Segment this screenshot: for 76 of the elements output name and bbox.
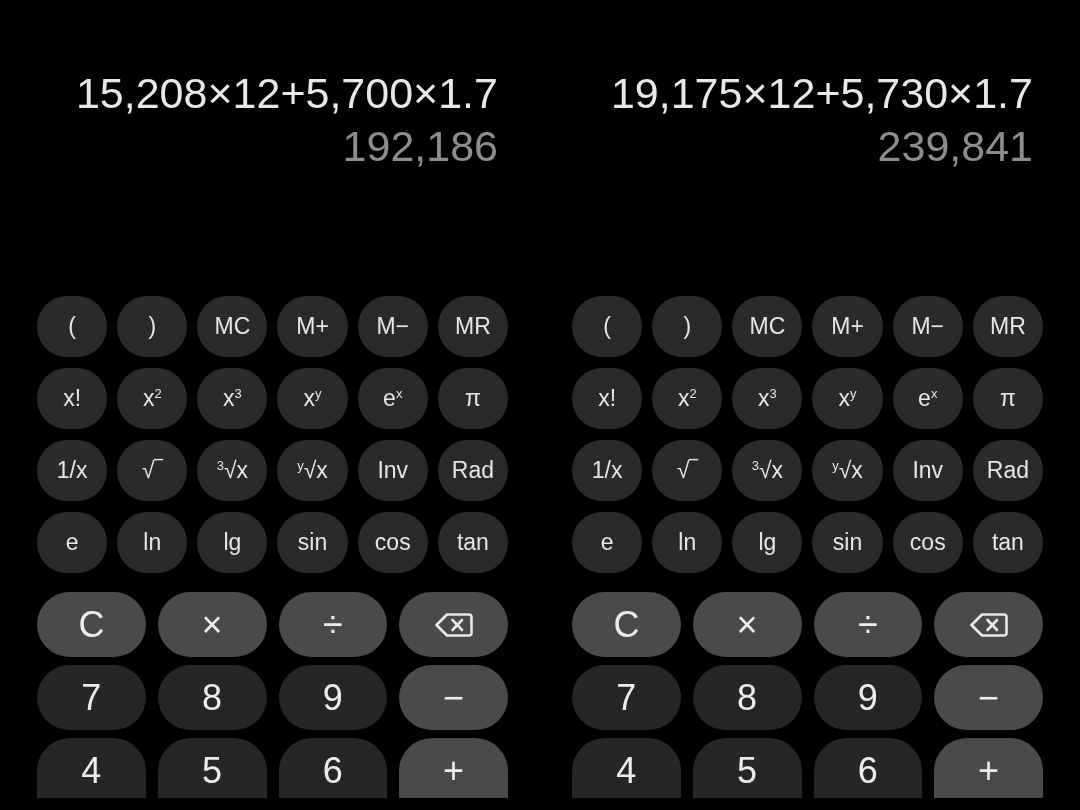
operator-key-button[interactable]: − — [934, 665, 1043, 730]
digit-key-button[interactable]: 6 — [278, 738, 388, 798]
function-key-button[interactable]: sin — [277, 512, 348, 573]
function-key-button[interactable]: Inv — [357, 440, 428, 501]
function-key-button[interactable]: x$^{3}$ — [197, 368, 268, 429]
digit-key-button[interactable]: 9 — [813, 665, 923, 730]
function-key-button[interactable]: M+ — [277, 296, 348, 357]
function-key-button[interactable]: $^{y}$√x — [277, 440, 348, 501]
function-key-button[interactable]: $^{3}$√x — [732, 440, 803, 501]
function-key-button[interactable]: π — [437, 368, 508, 429]
function-key-button[interactable]: ( — [572, 296, 643, 357]
operator-key-button[interactable]: − — [399, 665, 508, 730]
function-key-button[interactable]: Rad — [437, 440, 508, 501]
function-key-button[interactable]: ) — [652, 296, 723, 357]
function-key-button[interactable]: M− — [892, 296, 963, 357]
function-key-button[interactable]: M− — [357, 296, 428, 357]
function-key-button[interactable]: ln — [652, 512, 723, 573]
digit-key-button[interactable]: 7 — [572, 665, 681, 730]
function-key-button[interactable]: x$^{2}$ — [652, 368, 723, 429]
function-key-button[interactable]: e — [572, 512, 643, 573]
backspace-icon — [969, 612, 1008, 637]
function-key-button[interactable]: tan — [972, 512, 1043, 573]
operator-key-button[interactable]: C — [572, 592, 681, 657]
digit-key-button[interactable]: 9 — [278, 665, 388, 730]
function-key-button[interactable]: e — [37, 512, 108, 573]
function-key-button[interactable]: sin — [812, 512, 883, 573]
function-key-button[interactable]: MR — [437, 296, 508, 357]
digit-key-button[interactable]: 7 — [37, 665, 146, 730]
function-key-button[interactable]: lg — [197, 512, 268, 573]
digit-key-button[interactable]: 8 — [157, 665, 267, 730]
function-key-button[interactable]: Inv — [892, 440, 963, 501]
digit-key-button[interactable]: 5 — [157, 738, 267, 798]
operator-key-button[interactable]: + — [934, 738, 1043, 798]
function-key-button[interactable]: MC — [197, 296, 268, 357]
function-key-button[interactable]: lg — [732, 512, 803, 573]
backspace-icon — [434, 612, 473, 637]
function-key-button[interactable]: $^{3}$√x — [197, 440, 268, 501]
function-key-button[interactable]: ( — [37, 296, 108, 357]
function-key-button[interactable]: x$^{y}$ — [277, 368, 348, 429]
function-key-button[interactable]: x! — [572, 368, 643, 429]
function-key-button[interactable]: x$^{y}$ — [812, 368, 883, 429]
expression-text: 15,208×12+5,700×1.7 — [75, 72, 498, 115]
digit-key-button[interactable]: 6 — [813, 738, 923, 798]
function-key-button[interactable]: $^{y}$√x — [812, 440, 883, 501]
function-key-button[interactable]: π — [972, 368, 1043, 429]
function-key-button[interactable]: cos — [357, 512, 428, 573]
function-key-button[interactable]: Rad — [972, 440, 1043, 501]
result-text: 239,841 — [877, 125, 1033, 168]
digit-key-button[interactable]: 8 — [692, 665, 802, 730]
digit-key-button[interactable]: 4 — [572, 738, 681, 798]
function-key-button[interactable]: √‾ — [652, 440, 723, 501]
result-text: 192,186 — [342, 125, 498, 168]
function-key-button[interactable]: x$^{3}$ — [732, 368, 803, 429]
function-key-button[interactable]: M+ — [812, 296, 883, 357]
operator-key-button[interactable]: ÷ — [813, 592, 923, 657]
function-key-button[interactable]: ) — [117, 296, 188, 357]
function-key-button[interactable]: cos — [892, 512, 963, 573]
expression-text: 19,175×12+5,730×1.7 — [610, 72, 1033, 115]
operator-key-button[interactable]: C — [37, 592, 146, 657]
function-key-button[interactable]: x$^{2}$ — [117, 368, 188, 429]
digit-key-button[interactable]: 5 — [692, 738, 802, 798]
function-key-button[interactable]: tan — [437, 512, 508, 573]
function-key-button[interactable]: x! — [37, 368, 108, 429]
function-key-button[interactable]: ln — [117, 512, 188, 573]
function-key-button[interactable]: e$^{x}$ — [357, 368, 428, 429]
operator-key-button[interactable]: + — [399, 738, 508, 798]
function-key-button[interactable]: e$^{x}$ — [892, 368, 963, 429]
function-key-button[interactable]: MC — [732, 296, 803, 357]
digit-key-button[interactable]: 4 — [37, 738, 146, 798]
function-key-button[interactable]: 1/x — [37, 440, 108, 501]
function-key-button[interactable]: MR — [972, 296, 1043, 357]
operator-key-button[interactable]: × — [692, 592, 802, 657]
operator-key-button[interactable]: ÷ — [278, 592, 388, 657]
function-key-button[interactable]: √‾ — [117, 440, 188, 501]
operator-key-button[interactable]: × — [157, 592, 267, 657]
function-key-button[interactable]: 1/x — [572, 440, 643, 501]
